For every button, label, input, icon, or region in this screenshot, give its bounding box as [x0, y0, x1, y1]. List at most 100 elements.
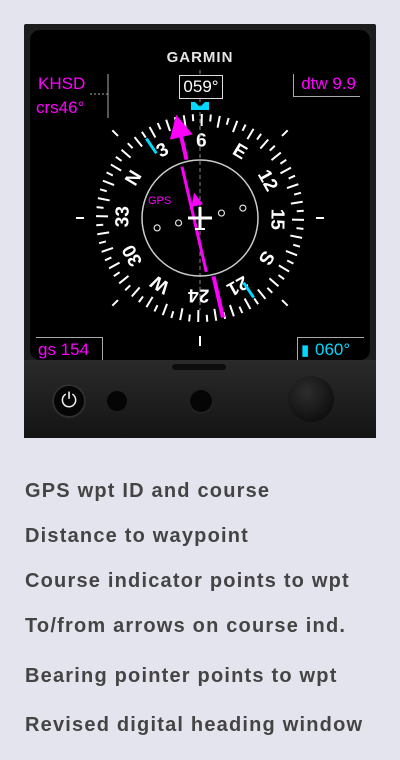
annotation-item: GPS wpt ID and course [25, 480, 271, 502]
compass-label: E [229, 140, 251, 165]
compass-label: 33 [112, 206, 133, 228]
compass-tick [165, 119, 171, 132]
heading-knob[interactable] [288, 376, 334, 422]
compass-tick [259, 138, 269, 150]
compass-tick [229, 304, 235, 317]
compass-tick [216, 115, 221, 128]
ground-speed-box: gs 154 [36, 337, 103, 360]
compass-tick [156, 122, 162, 130]
compass-tick [290, 234, 303, 239]
compass-tick [179, 308, 184, 321]
compass-label: N [121, 167, 146, 190]
compass-tick [170, 310, 175, 319]
compass-tick [286, 259, 294, 265]
compass-tick [290, 200, 303, 205]
compass-label: 6 [196, 130, 207, 151]
compass-tick [110, 163, 122, 172]
compass-tick [127, 142, 134, 149]
index-tick [111, 299, 119, 307]
compass-label: 21 [223, 271, 252, 300]
deviation-dot [174, 219, 183, 227]
compass-tick [296, 227, 304, 230]
heading-bug-value: 060° [315, 340, 351, 359]
compass-label: 30 [118, 241, 147, 270]
course-arrowhead [169, 114, 193, 140]
compass-tick [138, 295, 144, 303]
compass-tick [148, 126, 157, 139]
deviation-dot [153, 224, 161, 232]
compass-tick [161, 303, 168, 316]
compass-tick [113, 271, 121, 277]
compass-tick [266, 287, 273, 294]
annotation-item: Distance to waypoint [25, 525, 250, 547]
compass-label: 24 [187, 284, 209, 305]
compass-tick [209, 114, 212, 122]
distance-to-waypoint: dtw 9.9 [301, 74, 356, 93]
compass-tick [106, 171, 114, 177]
power-icon: ⏻ [61, 388, 77, 412]
compass-tick [115, 156, 123, 162]
annotation-item: Revised digital heading window [25, 714, 364, 736]
compass-tick [104, 256, 112, 262]
compass-tick [141, 131, 147, 139]
compass-tick [131, 286, 141, 298]
hsi-screen: N 3 6 E 12 15 S 21 24 W 30 33 GPS GARMIN KHSD crs46°… [30, 30, 370, 360]
compass-tick [277, 274, 285, 280]
ground-speed: gs 154 [38, 340, 90, 359]
compass-tick [269, 145, 276, 152]
compass-tick [124, 284, 131, 291]
compass-label: 12 [253, 166, 282, 195]
compass-tick [213, 308, 218, 321]
compass-tick [285, 250, 298, 257]
waypoint-course: crs46° [36, 98, 85, 117]
compass-tick [133, 136, 143, 148]
compass-tick [268, 277, 280, 287]
compass-tick [253, 297, 259, 305]
digital-heading-window: 059° [179, 75, 223, 99]
bezel-slot [172, 364, 226, 370]
bezel: ⏻ [24, 360, 376, 438]
brand-label: GARMIN [166, 49, 234, 66]
wpt-box-border [90, 74, 109, 118]
compass-tick [97, 231, 110, 236]
compass-tick [241, 124, 247, 132]
gps-source-label: GPS [148, 195, 171, 207]
annotation-item: To/from arrows on course ind. [25, 615, 347, 637]
compass-tick [145, 296, 154, 308]
index-tick [281, 129, 289, 137]
compass-label: 15 [266, 209, 287, 231]
light-sensor [107, 391, 127, 411]
compass-tick [120, 149, 132, 159]
compass-tick [292, 243, 301, 248]
compass-tick [293, 191, 302, 196]
waypoint-id: KHSD [38, 74, 86, 93]
power-button[interactable]: ⏻ [52, 384, 86, 418]
compass-tick [278, 264, 290, 273]
compass-tick [256, 133, 262, 141]
compass-tick [101, 247, 114, 253]
compass-tick [238, 306, 244, 314]
heading-bug-box[interactable]: ▮ 060° [297, 337, 364, 360]
annotation-item: Course indicator points to wpt [25, 570, 350, 592]
compass-tick [279, 166, 292, 175]
small-knob[interactable] [188, 388, 214, 414]
compass-label: S [254, 247, 279, 269]
compass-tick [279, 159, 287, 165]
compass-tick [232, 120, 239, 133]
index-tick [281, 299, 289, 307]
compass-tick [108, 261, 121, 270]
compass-tick [98, 240, 107, 245]
compass-tick [270, 151, 282, 161]
compass-tick [96, 206, 104, 209]
deviation-dot [217, 209, 226, 217]
compass-tick [97, 197, 110, 202]
hsi-instrument: N 3 6 E 12 15 S 21 24 W 30 33 GPS GARMIN KHSD crs46°… [24, 24, 376, 438]
compass-tick [288, 174, 296, 180]
heading-bug-icon: ▮ [301, 342, 310, 359]
index-tick [111, 129, 119, 137]
compass-tick [286, 183, 299, 189]
compass-tick [246, 128, 255, 140]
compass-tick [118, 275, 130, 285]
compass-tick [153, 304, 159, 312]
compass-tick [257, 288, 267, 300]
